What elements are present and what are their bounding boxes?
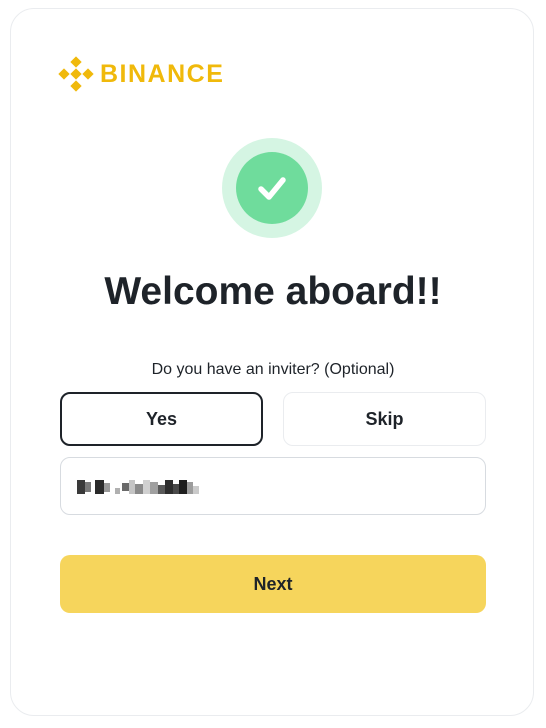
yes-button[interactable]: Yes: [60, 392, 263, 446]
success-dot: [236, 152, 308, 224]
brand-name: BINANCE: [100, 60, 225, 88]
binance-logo-icon: [58, 56, 94, 92]
brand-logo: BINANCE: [58, 56, 224, 92]
skip-button[interactable]: Skip: [283, 392, 486, 446]
inviter-question: Do you have an inviter? (Optional): [151, 361, 395, 378]
checkmark-icon: [258, 177, 286, 200]
success-badge: [222, 138, 322, 238]
redacted-inviter-value: [77, 480, 199, 494]
page-title: Welcome aboard!!: [104, 270, 442, 313]
inviter-id-field[interactable]: [60, 457, 486, 515]
next-button[interactable]: Next: [60, 555, 486, 613]
